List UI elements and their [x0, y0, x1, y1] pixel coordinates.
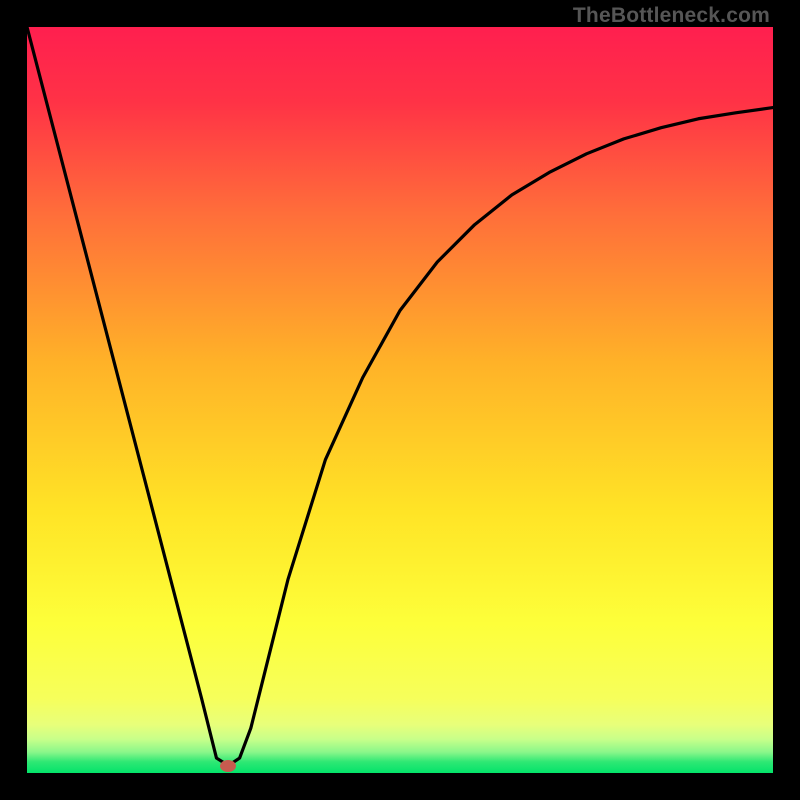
chart-frame: TheBottleneck.com [0, 0, 800, 800]
minimum-marker [220, 760, 236, 772]
watermark-text: TheBottleneck.com [573, 4, 770, 28]
bottleneck-curve [27, 27, 773, 773]
